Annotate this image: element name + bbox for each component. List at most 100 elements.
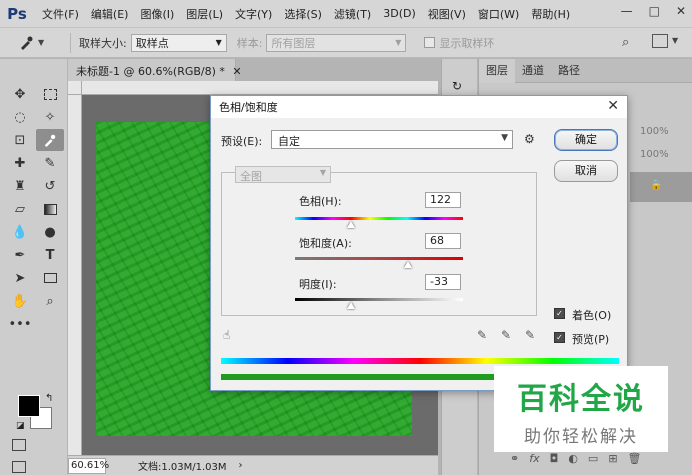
sample-size-value: 取样点 <box>135 36 169 50</box>
channel-value: 全图 <box>240 170 262 183</box>
menu-type[interactable]: 文字(Y) <box>229 6 278 22</box>
workspace-icon[interactable] <box>652 34 668 48</box>
menu-edit[interactable]: 编辑(E) <box>85 6 135 22</box>
tab-layers[interactable]: 图层 <box>479 58 515 83</box>
cancel-button[interactable]: 取消 <box>554 160 618 182</box>
document-tab[interactable]: 未标题-1 @ 60.6%(RGB/8) * ✕ <box>68 59 242 81</box>
swap-colors-icon[interactable]: ↰ <box>45 393 53 404</box>
menu-view[interactable]: 视图(V) <box>422 6 472 22</box>
menu-select[interactable]: 选择(S) <box>278 6 328 22</box>
new-layer-icon[interactable]: ⊞ <box>608 452 617 472</box>
history-brush-tool-icon[interactable]: ↺ <box>36 175 64 197</box>
hue-slider-track[interactable] <box>295 217 463 220</box>
zoom-tool-icon[interactable]: ⌕ <box>36 290 64 312</box>
dialog-close-icon[interactable]: ✕ <box>607 98 619 114</box>
menu-3d[interactable]: 3D(D) <box>377 7 422 20</box>
minimize-button[interactable]: — <box>621 4 633 18</box>
magic-wand-tool-icon[interactable]: ✧ <box>36 106 64 128</box>
preset-select[interactable]: 自定 ▼ <box>271 130 513 149</box>
horizontal-ruler <box>82 81 438 95</box>
tool-preset-picker[interactable]: ▼ <box>18 32 62 54</box>
close-window-button[interactable]: ✕ <box>676 4 686 18</box>
marquee-tool-icon[interactable] <box>36 83 64 105</box>
fx-icon[interactable]: fx <box>529 452 539 472</box>
close-icon[interactable]: ✕ <box>232 65 241 78</box>
lasso-tool-icon[interactable]: ◌ <box>6 106 34 128</box>
menu-layer[interactable]: 图层(L) <box>180 6 229 22</box>
maximize-button[interactable]: □ <box>649 4 660 18</box>
lightness-input[interactable]: -33 <box>425 274 461 290</box>
link-layers-icon[interactable]: ⚭ <box>510 452 519 472</box>
hue-slider-thumb[interactable] <box>347 221 355 228</box>
menu-help[interactable]: 帮助(H) <box>525 6 576 22</box>
blur-tool-icon[interactable]: 💧 <box>6 221 34 243</box>
preview-checkbox[interactable]: ✓ <box>554 332 565 343</box>
layer-mask-icon[interactable]: ◘ <box>550 452 559 472</box>
fill-value[interactable]: 100% <box>640 149 669 160</box>
crop-tool-icon[interactable]: ⊡ <box>6 129 34 151</box>
hue-input[interactable]: 122 <box>425 192 461 208</box>
move-tool-icon[interactable]: ✥ <box>6 83 34 105</box>
hand-tool-icon[interactable]: ✋ <box>6 290 34 312</box>
type-tool-icon[interactable]: T <box>36 244 64 266</box>
opacity-value[interactable]: 100% <box>640 126 669 137</box>
chevron-down-icon[interactable]: ▼ <box>672 36 678 45</box>
default-colors-icon[interactable]: ◪ <box>16 421 25 431</box>
watermark: 百科全说 助你轻松解决 <box>494 366 668 452</box>
tab-paths[interactable]: 路径 <box>551 59 587 83</box>
search-icon[interactable]: ⌕ <box>622 35 629 50</box>
eyedropper-icon <box>21 36 33 50</box>
chevron-right-icon[interactable]: › <box>239 460 243 471</box>
healing-brush-tool-icon[interactable]: ✚ <box>6 152 34 174</box>
eraser-tool-icon[interactable]: ▱ <box>6 198 34 220</box>
ok-button[interactable]: 确定 <box>554 129 618 151</box>
sample-select[interactable]: 所有图层 ▼ <box>266 33 407 52</box>
sample-size-select[interactable]: 取样点 ▼ <box>130 33 227 52</box>
saturation-input[interactable]: 68 <box>425 233 461 249</box>
colorize-checkbox[interactable]: ✓ <box>554 308 565 319</box>
more-tools-icon[interactable]: ••• <box>6 313 34 335</box>
layer-row-selected[interactable]: 🔒 <box>630 172 692 202</box>
history-icon[interactable]: ↻ <box>452 79 462 93</box>
clone-stamp-tool-icon[interactable]: ♜ <box>6 175 34 197</box>
sample-value: 所有图层 <box>271 36 316 50</box>
lightness-slider-track[interactable] <box>295 298 463 301</box>
trash-icon[interactable]: 🗑 <box>628 452 642 472</box>
lightness-slider-thumb[interactable] <box>347 302 355 309</box>
tab-channels[interactable]: 通道 <box>515 59 551 83</box>
rectangle-tool-icon[interactable] <box>36 267 64 289</box>
targeted-adjustment-hand-icon[interactable]: ☝ <box>223 328 230 342</box>
zoom-field[interactable]: 60.61% <box>68 457 109 474</box>
eyedropper-icon[interactable]: ✎ <box>477 328 487 342</box>
eyedropper-minus-icon[interactable]: ✎ <box>525 328 535 342</box>
hue-label: 色相(H): <box>299 195 342 208</box>
channel-select[interactable]: 全图 ▼ <box>235 166 331 183</box>
sample-size-label: 取样大小: <box>79 36 127 50</box>
screen-mode-icon[interactable] <box>12 461 26 473</box>
path-selection-tool-icon[interactable]: ➤ <box>6 267 34 289</box>
dodge-tool-icon[interactable]: ● <box>36 221 64 243</box>
quick-mask-icon[interactable] <box>12 439 26 451</box>
gear-icon[interactable]: ⚙ <box>524 132 535 146</box>
gradient-tool-icon[interactable] <box>36 198 64 220</box>
pen-tool-icon[interactable]: ✒ <box>6 244 34 266</box>
saturation-slider-track[interactable] <box>295 257 463 260</box>
divider <box>70 32 71 53</box>
menu-file[interactable]: 文件(F) <box>36 6 85 22</box>
eyedropper-plus-icon[interactable]: ✎ <box>501 328 511 342</box>
saturation-label: 饱和度(A): <box>299 237 352 250</box>
brush-tool-icon[interactable]: ✎ <box>36 152 64 174</box>
menu-image[interactable]: 图像(I) <box>134 6 180 22</box>
saturation-slider-thumb[interactable] <box>404 261 412 268</box>
ruler-corner <box>68 81 82 95</box>
adjustment-layer-icon[interactable]: ◐ <box>568 452 578 472</box>
eyedropper-tool-icon[interactable] <box>36 129 64 151</box>
new-group-icon[interactable]: ▭ <box>588 452 598 472</box>
show-ring-label: 显示取样环 <box>439 36 495 50</box>
show-ring-checkbox[interactable] <box>424 37 436 48</box>
menu-filter[interactable]: 滤镜(T) <box>328 6 377 22</box>
watermark-title: 百科全说 <box>517 382 645 417</box>
foreground-color-swatch[interactable] <box>18 395 40 417</box>
menu-window[interactable]: 窗口(W) <box>472 6 525 22</box>
vertical-ruler <box>68 95 82 455</box>
